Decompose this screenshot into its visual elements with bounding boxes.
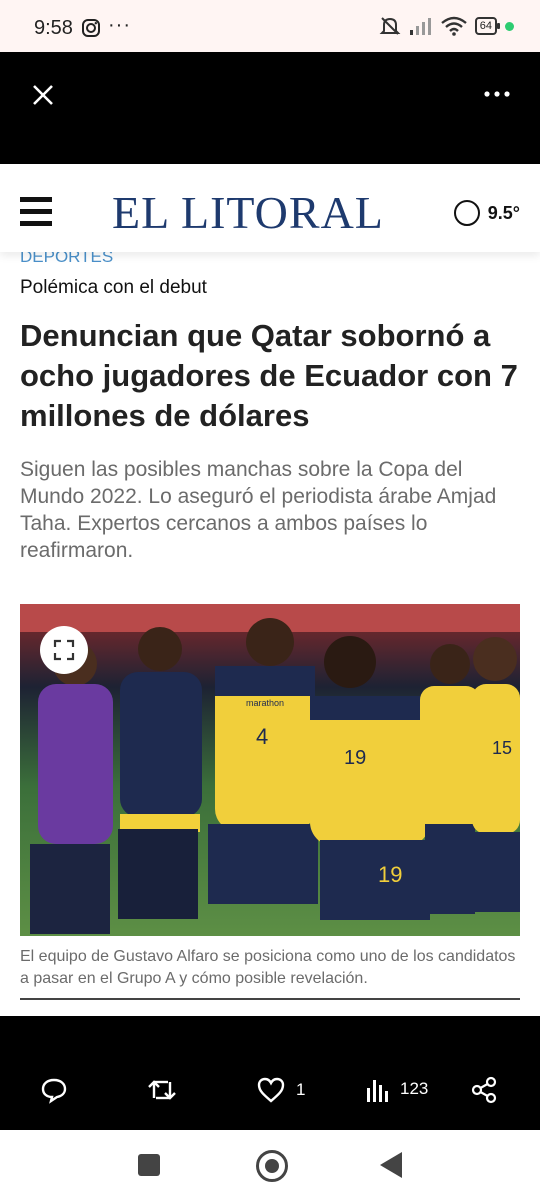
article-screenshot: EL LITORAL 9.5° DEPORTES Polémica con el… <box>0 164 540 1016</box>
retweet-button[interactable] <box>146 1076 178 1104</box>
signal-icon <box>409 18 431 35</box>
battery-icon: 64 <box>474 17 501 35</box>
close-icon[interactable] <box>28 80 58 110</box>
home-icon[interactable] <box>256 1150 288 1182</box>
wifi-icon <box>440 16 467 36</box>
status-bar: 9:58 ··· 64 <box>0 0 540 52</box>
weather-widget[interactable]: 9.5° <box>453 200 520 226</box>
view-count: 123 <box>400 1079 429 1098</box>
article-headline: Denuncian que Qatar sobornó a ocho jugad… <box>20 318 518 433</box>
shorts-number-19: 19 <box>378 862 402 887</box>
jersey-number-4: 4 <box>256 724 268 749</box>
heart-icon <box>257 1077 285 1103</box>
viewer-top-bar <box>0 52 540 164</box>
team-photo-illustration: 4 marathon 19 19 15 <box>20 604 520 936</box>
moon-icon <box>453 200 480 226</box>
like-button[interactable]: 1 <box>256 1076 305 1104</box>
back-icon[interactable] <box>380 1152 402 1178</box>
action-bar: 1 123 <box>0 1016 540 1130</box>
site-header: EL LITORAL 9.5° <box>0 164 540 252</box>
jersey-number-15: 15 <box>492 738 512 758</box>
status-time: 9:58 <box>34 17 73 39</box>
site-logo[interactable]: EL LITORAL <box>112 186 384 239</box>
more-icon[interactable] <box>482 82 512 106</box>
hamburger-icon[interactable] <box>20 197 52 227</box>
share-icon <box>471 1076 497 1104</box>
article-kicker: Polémica con el debut <box>20 277 207 298</box>
temperature: 9.5° <box>487 202 520 223</box>
divider <box>20 998 520 1000</box>
article-photo[interactable]: 4 marathon 19 19 15 <box>20 604 520 936</box>
article-deck: Siguen las posibles manchas sobre la Cop… <box>20 458 497 562</box>
system-nav-bar <box>0 1130 540 1200</box>
instagram-icon <box>82 19 100 37</box>
views-button[interactable]: 123 <box>366 1076 428 1102</box>
share-button[interactable] <box>470 1076 498 1104</box>
jersey-brand-text: marathon <box>246 698 284 708</box>
expand-icon[interactable] <box>40 626 88 674</box>
reply-button[interactable] <box>40 1076 68 1104</box>
photo-caption: El equipo de Gustavo Alfaro se posiciona… <box>20 948 516 987</box>
bar-chart-icon <box>367 1080 388 1102</box>
green-dot-icon <box>505 21 514 31</box>
silent-bell-icon <box>379 17 401 35</box>
jersey-number-19: 19 <box>344 747 366 769</box>
reply-icon <box>41 1078 67 1104</box>
like-count: 1 <box>296 1080 306 1099</box>
recent-apps-icon[interactable] <box>138 1154 160 1176</box>
status-overflow-dots: ··· <box>108 14 131 36</box>
retweet-icon <box>148 1080 176 1100</box>
